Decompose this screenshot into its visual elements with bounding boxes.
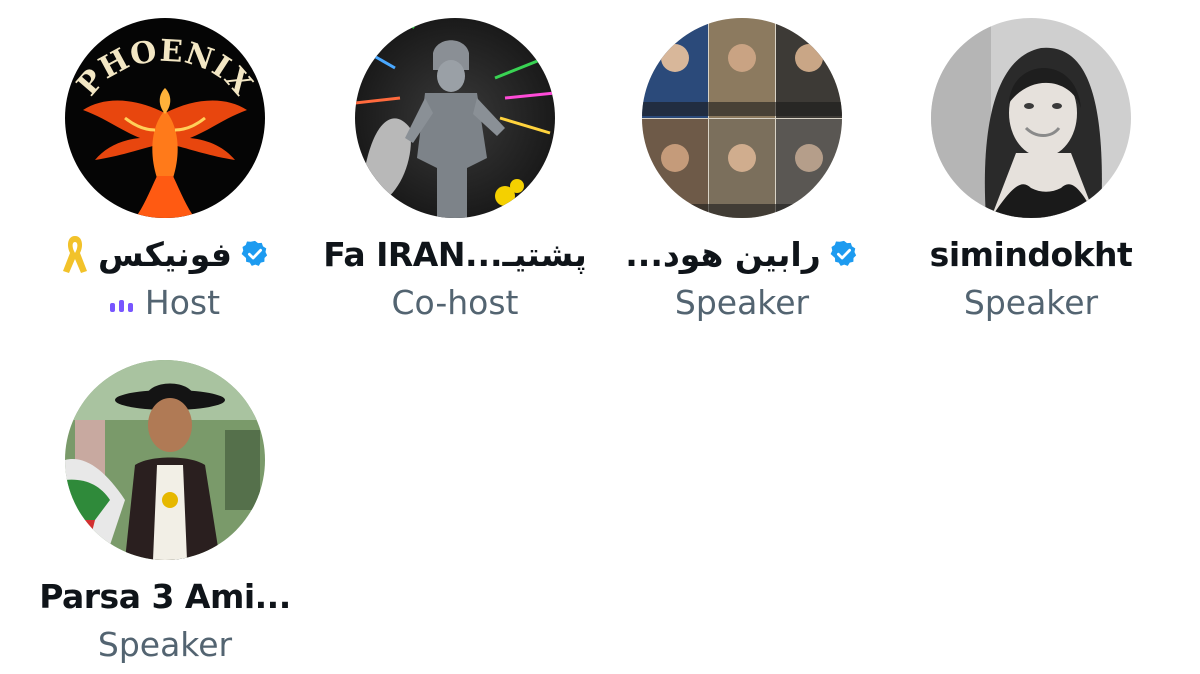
name-row: Parsa 3 Ami... — [39, 570, 291, 622]
avatar[interactable] — [65, 360, 265, 560]
woman-portrait-avatar-image — [931, 18, 1131, 218]
participant-name: Parsa 3 Ami... — [39, 576, 291, 616]
warrior-statue-avatar-image — [355, 18, 555, 218]
participant-name: فونیکس — [98, 234, 233, 274]
participant-name: simindokht — [929, 234, 1133, 274]
phoenix-avatar-image: PHOENIX — [65, 18, 265, 218]
name-row: simindokht — [930, 228, 1133, 280]
avatar[interactable] — [355, 18, 555, 218]
name-row: رابین هود... — [625, 228, 858, 280]
participant-name: پشتیـ...Fa IRAN — [323, 234, 587, 274]
role-label: Speaker — [963, 282, 1099, 322]
man-with-hat-avatar-image — [65, 360, 265, 560]
participant-tile-host[interactable]: PHOENIX فونیکس Host — [20, 18, 310, 324]
role-row: Host — [109, 280, 221, 324]
participant-tile-speaker-1[interactable]: رابین هود... Speaker — [597, 18, 887, 324]
name-row: پشتیـ...Fa IRAN — [323, 228, 587, 280]
role-row: Speaker — [675, 280, 809, 324]
verified-badge-icon — [240, 239, 270, 269]
name-row: فونیکس — [60, 228, 270, 280]
verified-badge-icon — [829, 239, 859, 269]
participant-tile-speaker-3[interactable]: Parsa 3 Ami... Speaker — [20, 360, 310, 666]
speaking-indicator-icon — [109, 292, 133, 312]
role-row: Speaker — [98, 622, 232, 666]
role-label: Speaker — [97, 624, 233, 664]
avatar[interactable] — [931, 18, 1131, 218]
participant-tile-cohost[interactable]: پشتیـ...Fa IRAN Co-host — [310, 18, 600, 324]
participant-tile-speaker-2[interactable]: simindokht Speaker — [886, 18, 1176, 324]
role-label: Speaker — [674, 282, 810, 322]
role-row: Speaker — [964, 280, 1098, 324]
role-row: Co-host — [392, 280, 519, 324]
role-label: Co-host — [391, 282, 519, 322]
avatar[interactable]: PHOENIX — [65, 18, 265, 218]
participant-name: رابین هود... — [625, 234, 821, 274]
yellow-ribbon-icon — [60, 233, 90, 275]
portrait-collage-avatar-image — [642, 18, 842, 218]
role-label: Host — [144, 282, 221, 322]
avatar[interactable] — [642, 18, 842, 218]
